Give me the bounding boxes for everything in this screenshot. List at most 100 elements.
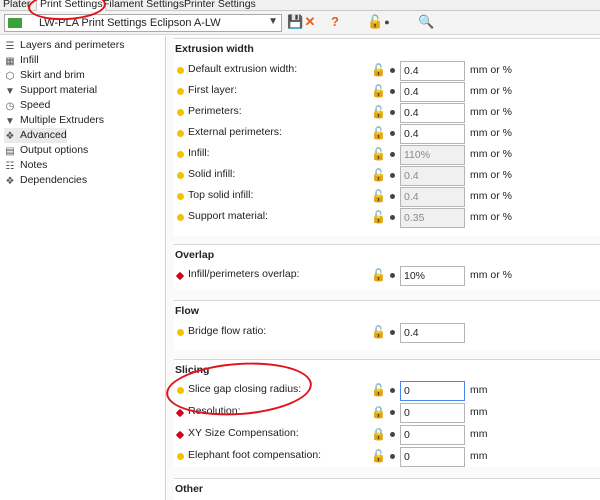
group-other: Other xyxy=(174,478,600,500)
preset-select[interactable]: LW-PLA Print Settings Eclipson A-LW ▼ xyxy=(4,14,282,32)
preset-flag-icon xyxy=(8,18,22,28)
sidebar-item-infill[interactable]: ▦ Infill xyxy=(4,53,38,68)
sidebar-item-dependencies[interactable]: ❖ Dependencies xyxy=(4,173,88,188)
mode-simple-icon xyxy=(177,193,184,200)
group-flow: Flow Bridge flow ratio: 🔓 xyxy=(174,300,600,350)
mode-simple-icon xyxy=(177,67,184,74)
tab-bar: Plater Print Settings Filament Settings … xyxy=(0,0,600,12)
mode-simple-icon xyxy=(177,329,184,336)
unlock-icon[interactable]: 🔓 xyxy=(371,383,386,397)
extruders-icon: ▼ xyxy=(5,116,15,127)
bullet-icon xyxy=(390,215,395,220)
support-icon: ▼ xyxy=(5,86,15,97)
setting-row: External perimeters: 🔓 mm or % xyxy=(174,123,600,145)
tab-plater[interactable]: Plater xyxy=(0,0,33,11)
notes-icon: ☷ xyxy=(5,161,15,172)
unlock-icon[interactable]: 🔓 xyxy=(371,210,386,224)
sidebar-item-layers[interactable]: ☰ Layers and perimeters xyxy=(4,38,125,53)
delete-preset-icon[interactable]: ✕ xyxy=(303,13,317,31)
mode-simple-icon xyxy=(177,109,184,116)
unlock-icon[interactable]: 🔓 xyxy=(371,189,386,203)
sidebar-item-support[interactable]: ▼ Support material xyxy=(4,83,97,98)
unit-label: mm or % xyxy=(470,211,512,223)
unit-label: mm or % xyxy=(470,64,512,76)
elephant-foot-compensation-input[interactable] xyxy=(400,447,465,467)
group-title: Flow xyxy=(175,305,199,317)
setting-row: Bridge flow ratio: 🔓 xyxy=(174,322,600,344)
sidebar-item-extruders[interactable]: ▼ Multiple Extruders xyxy=(4,113,104,128)
sidebar-item-output[interactable]: ▤ Output options xyxy=(4,143,88,158)
group-slicing: Slicing Slice gap closing radius: 🔓 mm R… xyxy=(174,359,600,467)
unlock-icon[interactable]: 🔓 xyxy=(371,449,386,463)
unlock-icon[interactable]: 🔓 xyxy=(371,325,386,339)
settings-content: Extrusion width Default extrusion width:… xyxy=(167,36,600,500)
setting-row: Top solid infill: 🔓 mm or % xyxy=(174,186,600,208)
setting-row: Resolution: 🔒 mm xyxy=(174,402,600,424)
skirt-icon: ⬡ xyxy=(5,71,15,82)
help-icon[interactable]: ? xyxy=(328,13,342,31)
sidebar-item-advanced[interactable]: ❖ Advanced xyxy=(4,128,67,143)
setting-label: Default extrusion width: xyxy=(188,63,298,75)
setting-label: Infill/perimeters overlap: xyxy=(188,268,300,280)
setting-row: Slice gap closing radius: 🔓 mm xyxy=(174,380,600,402)
bullet-icon xyxy=(390,454,395,459)
bullet-icon xyxy=(390,68,395,73)
bridge-flow-ratio-input[interactable] xyxy=(400,323,465,343)
group-extrusion-width: Extrusion width Default extrusion width:… xyxy=(174,38,600,236)
external-perimeters-input[interactable] xyxy=(400,124,465,144)
bullet-icon xyxy=(390,194,395,199)
unlock-icon[interactable]: 🔓 xyxy=(371,126,386,140)
perimeters-input[interactable] xyxy=(400,103,465,123)
tab-filament-settings[interactable]: Filament Settings xyxy=(100,0,187,11)
setting-label: Elephant foot compensation: xyxy=(188,449,322,461)
bullet-icon xyxy=(390,110,395,115)
bullet-icon xyxy=(390,131,395,136)
setting-label: Top solid infill: xyxy=(188,189,254,201)
setting-label: Solid infill: xyxy=(188,168,236,180)
top-solid-infill-width-input xyxy=(400,187,465,207)
unlock-icon[interactable]: 🔓 xyxy=(371,84,386,98)
unlock-icon[interactable]: 🔓 xyxy=(371,63,386,77)
sidebar-item-notes[interactable]: ☷ Notes xyxy=(4,158,48,173)
advanced-icon: ❖ xyxy=(5,131,15,142)
unlock-icon[interactable]: 🔓 xyxy=(371,268,386,282)
setting-row: Infill: 🔓 mm or % xyxy=(174,144,600,166)
first-layer-input[interactable] xyxy=(400,82,465,102)
setting-label: Support material: xyxy=(188,210,268,222)
sidebar-item-speed[interactable]: ◷ Speed xyxy=(4,98,51,113)
unit-label: mm or % xyxy=(470,190,512,202)
lock-icon[interactable]: 🔒 xyxy=(371,427,386,441)
group-overlap: Overlap Infill/perimeters overlap: 🔓 mm … xyxy=(174,244,600,290)
unit-label: mm xyxy=(470,428,488,440)
tab-printer-settings[interactable]: Printer Settings xyxy=(181,0,259,11)
mode-expert-icon xyxy=(175,430,185,440)
setting-label: Infill: xyxy=(188,147,210,159)
lock-icon[interactable]: 🔒 xyxy=(371,405,386,419)
unlock-icon[interactable]: 🔓 xyxy=(371,105,386,119)
slice-gap-closing-radius-input[interactable] xyxy=(400,381,465,401)
unit-label: mm or % xyxy=(470,169,512,181)
unit-label: mm or % xyxy=(470,148,512,160)
infill-perimeters-overlap-input[interactable] xyxy=(400,266,465,286)
lock-icon[interactable]: 🔓 xyxy=(367,13,383,31)
bullet-icon xyxy=(390,388,395,393)
speed-icon: ◷ xyxy=(5,101,15,112)
search-icon[interactable]: 🔍 xyxy=(418,13,434,31)
setting-label: Bridge flow ratio: xyxy=(188,325,267,337)
unit-label: mm xyxy=(470,450,488,462)
resolution-input[interactable] xyxy=(400,403,465,423)
xy-size-compensation-input[interactable] xyxy=(400,425,465,445)
save-preset-icon[interactable]: 💾 xyxy=(287,13,303,31)
setting-label: Perimeters: xyxy=(188,105,242,117)
unlock-icon[interactable]: 🔓 xyxy=(371,147,386,161)
default-extrusion-width-input[interactable] xyxy=(400,61,465,81)
unlock-icon[interactable]: 🔓 xyxy=(371,168,386,182)
setting-row: Solid infill: 🔓 mm or % xyxy=(174,165,600,187)
bullet-icon xyxy=(390,152,395,157)
unit-label: mm or % xyxy=(470,127,512,139)
setting-row: Support material: 🔓 mm or % xyxy=(174,207,600,229)
setting-row: Infill/perimeters overlap: 🔓 mm or % xyxy=(174,265,600,287)
sidebar-item-skirt[interactable]: ⬡ Skirt and brim xyxy=(4,68,85,83)
mode-expert-icon xyxy=(175,271,185,281)
setting-label: XY Size Compensation: xyxy=(188,427,299,439)
